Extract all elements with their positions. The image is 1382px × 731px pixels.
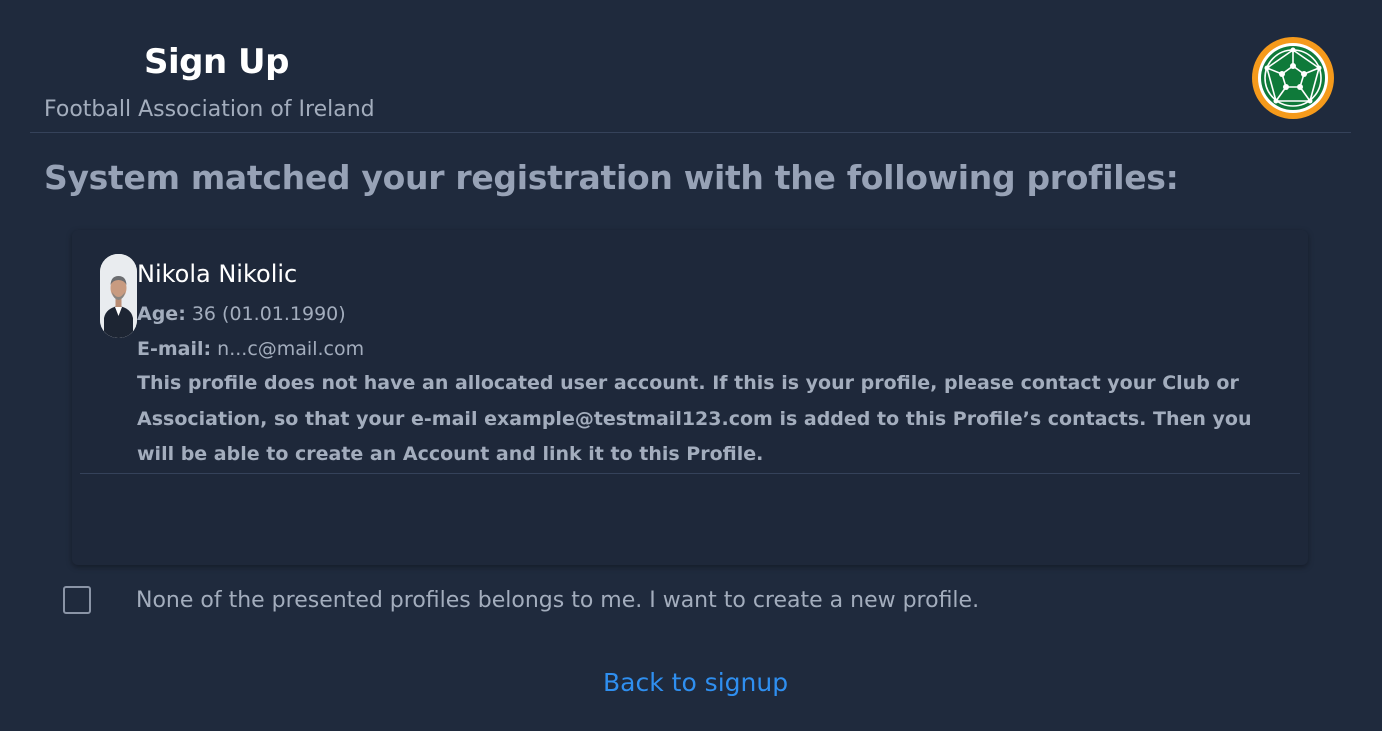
profile-notice: This profile does not have an allocated … [137,372,1252,465]
email-value: n...c@mail.com [217,338,365,360]
profile-name: Nikola Nikolic [137,260,298,288]
back-to-signup-link[interactable]: Back to signup [603,668,788,697]
profile-card[interactable]: Nikola Nikolic Age: 36 (01.01.1990) E-ma… [72,230,1308,565]
matched-profiles-heading: System matched your registration with th… [44,158,1179,197]
new-profile-label[interactable]: None of the presented profiles belongs t… [136,588,979,613]
card-divider [80,473,1300,474]
email-label: E-mail: [137,338,212,360]
profile-age: Age: 36 (01.01.1990) [137,303,346,325]
avatar [100,254,137,338]
signup-page: Sign Up Football Association of Ireland [0,0,1382,731]
header: Sign Up Football Association of Ireland [30,0,1351,133]
profile-email: E-mail: n...c@mail.com [137,338,364,360]
new-profile-checkbox[interactable] [63,586,91,614]
age-label: Age: [137,303,186,325]
page-subtitle: Football Association of Ireland [44,97,375,122]
page-title: Sign Up [144,42,289,82]
football-logo-icon [1251,36,1335,120]
age-value: 36 (01.01.1990) [191,303,346,325]
